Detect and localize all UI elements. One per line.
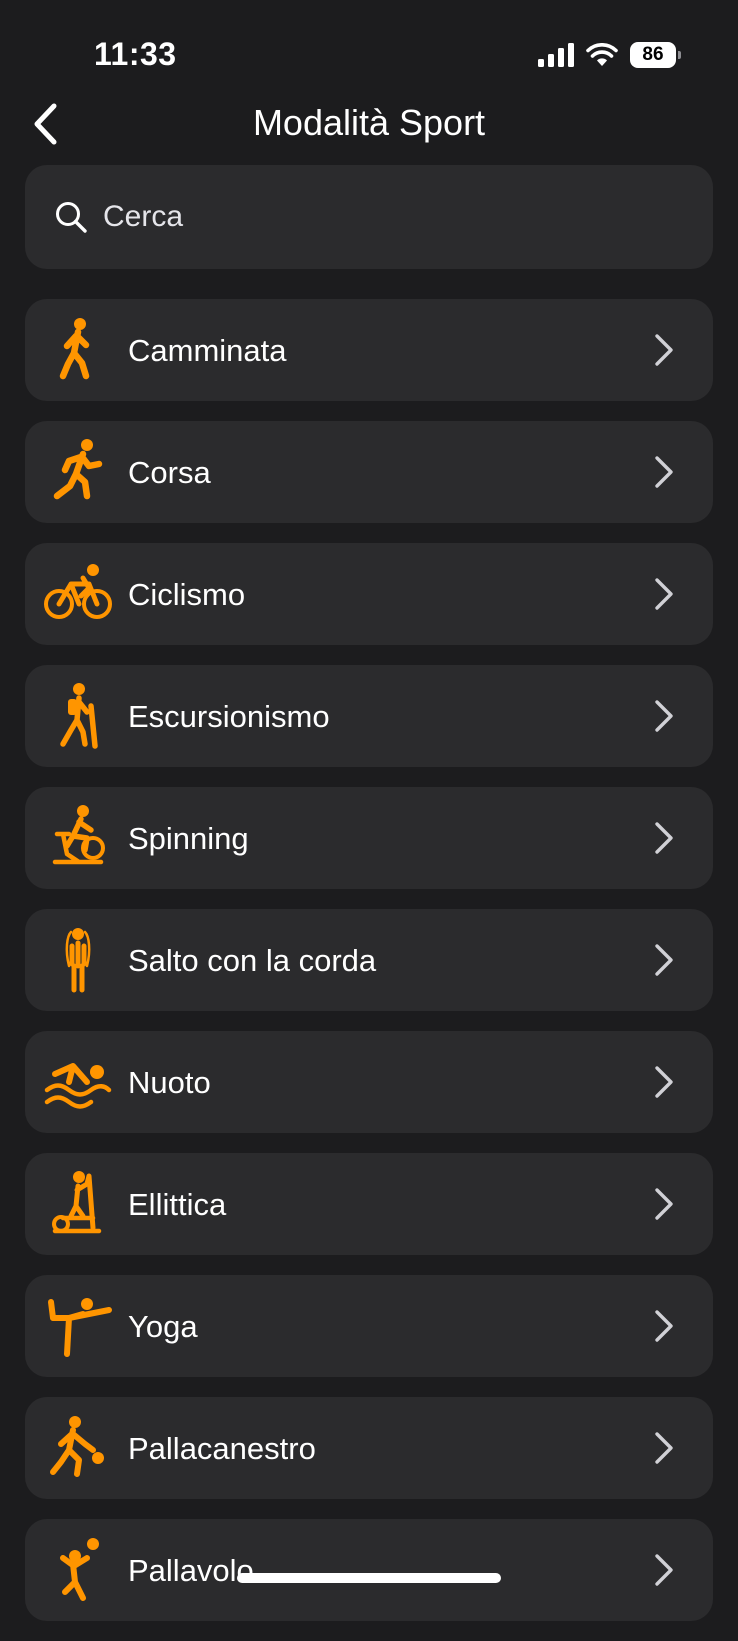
sport-label: Escursionismo [128, 699, 330, 734]
hiking-icon [60, 683, 98, 749]
basketball-icon [50, 1416, 104, 1477]
spinning-icon [52, 805, 105, 865]
status-bar: 11:33 86 [0, 0, 738, 90]
chevron-right-icon [655, 1188, 673, 1220]
chevron-right-icon [655, 944, 673, 976]
status-time: 11:33 [94, 36, 177, 72]
sport-label: Salto con la corda [128, 943, 377, 978]
chevron-right-icon [655, 1066, 673, 1098]
wifi-icon [586, 43, 618, 66]
chevron-right-icon [655, 1554, 673, 1586]
sport-label: Yoga [128, 1309, 198, 1344]
sport-label: Ciclismo [128, 577, 246, 612]
chevron-right-icon [655, 334, 673, 366]
cycling-icon [44, 564, 112, 619]
sport-label: Corsa [128, 455, 211, 490]
swimming-icon [44, 1063, 112, 1109]
yoga-icon [48, 1298, 112, 1357]
sport-item-pallavolo[interactable]: Pallavolo [25, 1519, 713, 1621]
sport-label: Pallacanestro [128, 1431, 316, 1466]
sport-item-corsa[interactable]: Corsa [25, 421, 713, 523]
home-indicator[interactable] [237, 1573, 501, 1583]
sport-item-escursionismo[interactable]: Escursionismo [25, 665, 713, 767]
volleyball-icon [60, 1538, 99, 1601]
sport-label: Pallavolo [128, 1553, 254, 1588]
cellular-signal-icon [538, 43, 574, 67]
chevron-right-icon [655, 1432, 673, 1464]
sport-item-nuoto[interactable]: Nuoto [25, 1031, 713, 1133]
sport-item-ciclismo[interactable]: Ciclismo [25, 543, 713, 645]
search-input[interactable] [101, 199, 665, 235]
running-icon [53, 439, 103, 500]
elliptical-icon [52, 1171, 102, 1234]
chevron-right-icon [655, 700, 673, 732]
page-title: Modalità Sport [252, 102, 486, 143]
sport-item-pallacanestro[interactable]: Pallacanestro [25, 1397, 713, 1499]
battery-level: 86 [642, 44, 664, 65]
sport-item-yoga[interactable]: Yoga [25, 1275, 713, 1377]
sport-label: Spinning [128, 821, 249, 856]
chevron-right-icon [655, 822, 673, 854]
sport-item-ellittica[interactable]: Ellittica [25, 1153, 713, 1255]
chevron-right-icon [655, 578, 673, 610]
sport-label: Camminata [128, 333, 287, 368]
sport-item-spinning[interactable]: Spinning [25, 787, 713, 889]
chevron-right-icon [655, 456, 673, 488]
jump-rope-icon [65, 928, 91, 993]
sport-item-camminata[interactable]: Camminata [25, 299, 713, 401]
search-icon [53, 199, 89, 235]
sport-label: Nuoto [128, 1065, 211, 1100]
chevron-right-icon [655, 1310, 673, 1342]
navigation-bar: Modalità Sport [0, 90, 738, 160]
walking-icon [59, 318, 90, 380]
battery-icon: 86 [630, 42, 681, 68]
status-indicators: 86 [538, 38, 681, 72]
sport-label: Ellittica [128, 1187, 227, 1222]
search-bar[interactable] [25, 165, 713, 269]
sport-item-salto-con-la-corda[interactable]: Salto con la corda [25, 909, 713, 1011]
sport-mode-list: Camminata Corsa Ciclismo Escursionismo S… [25, 299, 713, 1641]
